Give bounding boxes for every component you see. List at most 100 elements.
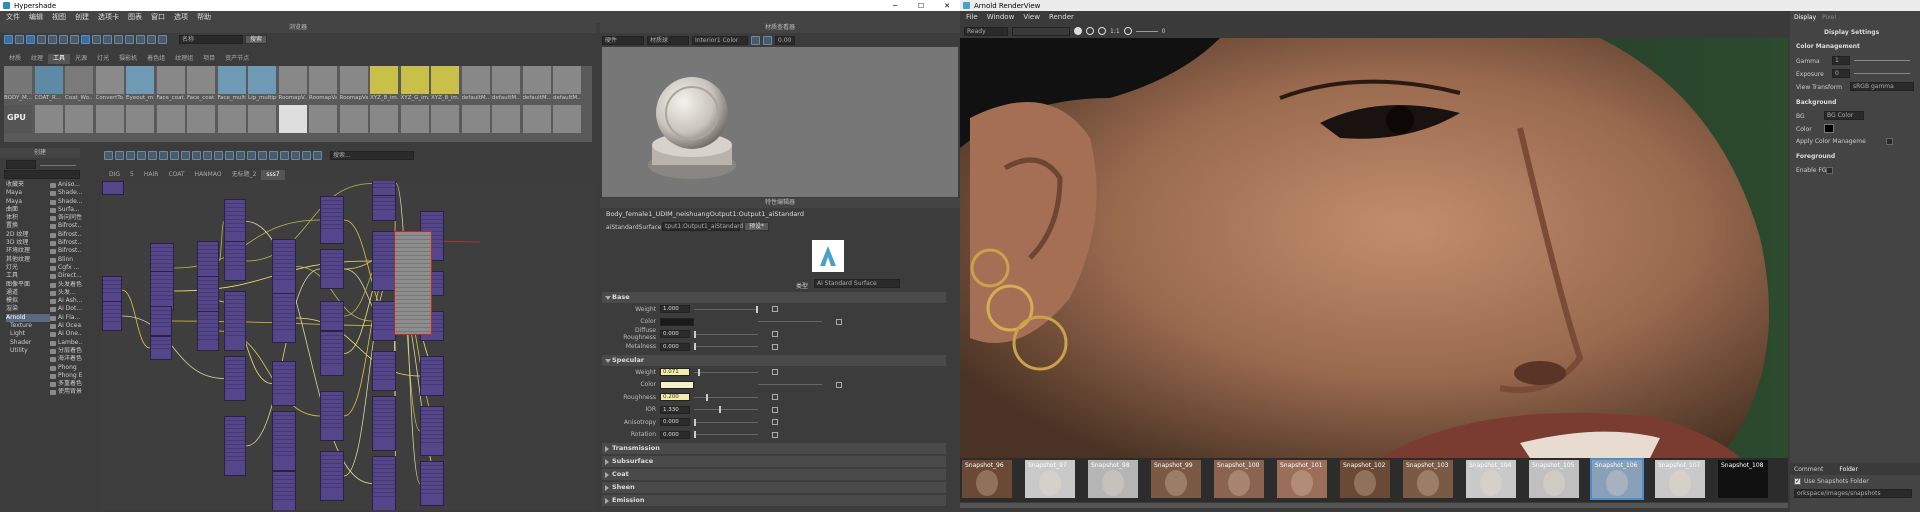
material-swatch[interactable]: defaultM... — [522, 66, 551, 103]
graph-tool-icon-6[interactable] — [159, 151, 168, 160]
tree-item[interactable]: 环境纹理 — [6, 247, 50, 255]
material-swatch[interactable]: BODY_M... — [4, 66, 32, 103]
material-swatch-row2[interactable] — [553, 105, 581, 142]
material-swatch[interactable]: Eyeout_m... — [126, 66, 154, 103]
graph-tab[interactable]: sss7 — [261, 170, 285, 180]
slider-handle[interactable] — [756, 305, 758, 313]
lock-icon[interactable] — [92, 35, 101, 44]
gamma-field[interactable]: 1 — [1832, 56, 1850, 65]
create-item[interactable]: Phong — [50, 364, 82, 372]
snapshot-thumb[interactable]: Snapshot_99 — [1151, 460, 1201, 498]
mv-pause-icon[interactable] — [751, 35, 760, 45]
shader-node[interactable] — [150, 271, 174, 311]
tab-comment[interactable]: Comment — [1794, 466, 1823, 473]
graph-tool-icon-18[interactable] — [291, 151, 300, 160]
shader-node[interactable] — [224, 356, 246, 401]
snapshot-thumb[interactable]: Snapshot_108 — [1718, 460, 1768, 498]
tree-item[interactable]: 渲染 — [6, 305, 50, 313]
tree-item-arnold[interactable]: Shader — [6, 339, 50, 347]
exposure-field[interactable]: 0 — [1832, 69, 1850, 78]
section-specular[interactable]: Specular — [602, 355, 946, 366]
snapshot-thumb[interactable]: Snapshot_100 — [1214, 460, 1264, 498]
shader-node[interactable] — [224, 199, 246, 244]
map-button-icon[interactable] — [836, 318, 842, 325]
attr-slider[interactable] — [694, 393, 758, 401]
section-transmission[interactable]: Transmission — [602, 443, 946, 454]
menu-item[interactable]: File — [966, 13, 978, 21]
graph-tab[interactable]: COAT — [163, 170, 189, 180]
material-swatch-row2[interactable] — [34, 105, 63, 142]
use-snapshots-checkbox[interactable]: ✓ — [1794, 478, 1801, 485]
pin-icon[interactable] — [103, 35, 112, 44]
graph-tool-icon-2[interactable] — [115, 151, 124, 160]
list-view-icon[interactable] — [15, 35, 24, 44]
material-swatch-row2[interactable] — [309, 105, 337, 142]
graph-tool-icon-14[interactable] — [247, 151, 256, 160]
create-item[interactable]: Surfa... — [50, 206, 82, 214]
mv-renderer-select[interactable]: 硬件 — [602, 35, 644, 45]
map-button-icon[interactable] — [772, 419, 778, 425]
shader-node[interactable] — [272, 361, 296, 406]
shader-node[interactable] — [102, 301, 122, 331]
material-swatch[interactable]: defaultM... — [492, 66, 520, 103]
graph-search-input[interactable]: 搜索... — [330, 151, 414, 160]
tree-item-arnold[interactable]: Light — [6, 330, 50, 338]
size-icon[interactable] — [37, 35, 46, 44]
attr-slider[interactable] — [694, 368, 758, 376]
browser-tab[interactable]: 纹理组 — [170, 54, 198, 64]
render-image[interactable] — [960, 38, 1788, 458]
shader-node[interactable] — [197, 311, 219, 351]
shader-node[interactable] — [372, 301, 396, 341]
shader-node[interactable] — [420, 406, 444, 456]
material-swatch[interactable]: RoomapV... — [278, 66, 307, 103]
shader-node[interactable] — [320, 249, 344, 289]
shader-node[interactable] — [372, 456, 396, 510]
attr-value-field[interactable]: 0.000 — [660, 430, 690, 439]
tree-item-arnold[interactable]: Arnold — [6, 313, 50, 323]
section-base[interactable]: Base — [602, 292, 946, 303]
tree-item[interactable]: Maya — [6, 198, 50, 206]
material-swatch[interactable]: XYZ_G_im... — [400, 66, 429, 103]
map-button-icon[interactable] — [772, 406, 778, 413]
menu-item[interactable]: 编辑 — [29, 12, 43, 22]
snapshot-thumb[interactable]: Snapshot_103 — [1403, 460, 1453, 498]
browser-tab[interactable]: 资产节点 — [220, 54, 254, 64]
graph-tool-icon-13[interactable] — [236, 151, 245, 160]
shader-node[interactable] — [272, 471, 296, 510]
graph-tool-icon-20[interactable] — [313, 151, 322, 160]
tree-item[interactable]: 工具 — [6, 272, 50, 280]
shader-node[interactable] — [420, 356, 444, 396]
shader-node[interactable] — [420, 461, 444, 506]
shader-node[interactable] — [372, 351, 396, 391]
material-swatch-row2[interactable] — [522, 105, 551, 142]
shader-node[interactable] — [102, 276, 122, 304]
snapshot-thumb[interactable]: Snapshot_98 — [1088, 460, 1138, 498]
material-swatch[interactable]: RoomapVa... — [309, 66, 337, 103]
graph-tool-icon-3[interactable] — [126, 151, 135, 160]
refresh-icon[interactable] — [59, 35, 68, 44]
map-button-icon[interactable] — [772, 369, 778, 375]
map-button-icon[interactable] — [772, 331, 778, 337]
browser-tab[interactable]: 工具 — [48, 54, 71, 64]
tab-display[interactable]: Display — [1794, 14, 1816, 21]
create-item[interactable]: 海洋着色器 — [50, 355, 82, 363]
map-button-icon[interactable] — [836, 381, 842, 388]
create-item[interactable]: Shade... — [50, 198, 82, 206]
shader-node[interactable] — [224, 241, 246, 281]
mv-exposure-icon[interactable] — [763, 35, 772, 45]
shader-node[interactable] — [150, 306, 172, 336]
browser-tab[interactable]: 纹理 — [26, 54, 48, 64]
apply-cm-checkbox[interactable] — [1886, 138, 1893, 145]
snapshot-thumb[interactable]: Snapshot_97 — [1025, 460, 1075, 498]
create-item[interactable]: Ai Fla... — [50, 314, 82, 322]
filter-icon[interactable] — [48, 35, 57, 44]
create-item[interactable]: Ai Ocea... — [50, 322, 82, 330]
graph-tool-icon-8[interactable] — [181, 151, 190, 160]
material-swatch[interactable]: XYZ_8_im... — [370, 66, 398, 103]
attr-color-slider[interactable] — [758, 321, 822, 322]
light-icon[interactable] — [147, 35, 156, 44]
camera-select[interactable] — [1012, 26, 1070, 36]
create-item[interactable]: Lambe... — [50, 339, 82, 347]
create-item[interactable]: Cgfx ... — [50, 264, 82, 272]
create-item[interactable]: Bifrost... — [50, 239, 82, 247]
